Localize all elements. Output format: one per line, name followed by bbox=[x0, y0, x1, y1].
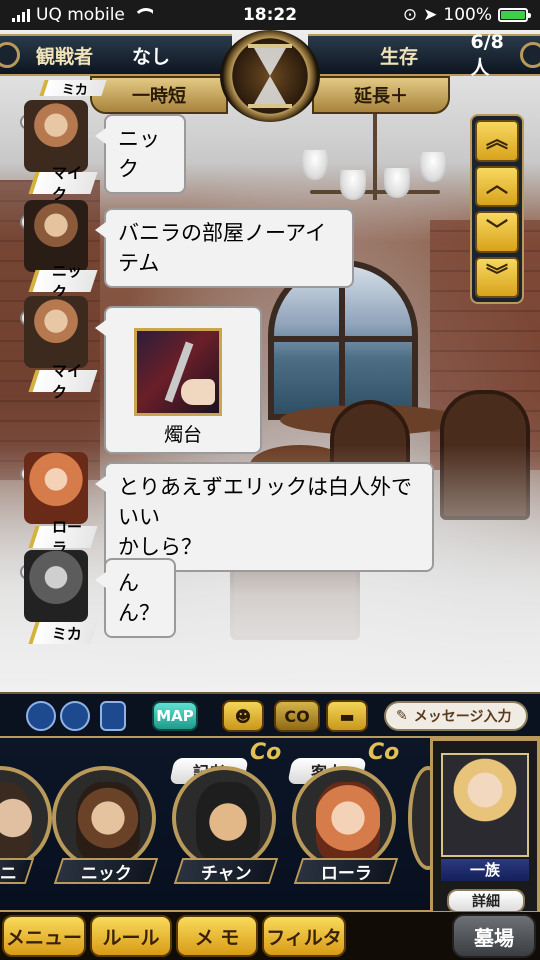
scroll-bottom-button[interactable]: ︾ bbox=[475, 256, 519, 298]
status-bar: UQ mobile 18:22 ⊙ ➤ 100% bbox=[0, 0, 540, 30]
rules-button[interactable]: ルール bbox=[90, 915, 172, 957]
control-row: MAP ☻ CO ▬ ✎ メッセージ入力 bbox=[0, 692, 540, 736]
player-name: ニック bbox=[53, 858, 159, 884]
co-button[interactable]: CO bbox=[274, 700, 320, 732]
speaker-tag: マイク bbox=[28, 362, 98, 401]
scroll-down-button[interactable]: ﹀ bbox=[475, 211, 519, 253]
player-name: チャン bbox=[173, 858, 279, 884]
co-badge: Co bbox=[368, 740, 400, 765]
status-time: 18:22 bbox=[242, 5, 298, 25]
battery-icon bbox=[498, 8, 531, 22]
pen-icon[interactable] bbox=[60, 701, 90, 731]
spectator-value: なし bbox=[132, 45, 171, 68]
speech-icon: ▬ bbox=[339, 706, 355, 726]
alive-label: 生存 bbox=[380, 45, 419, 68]
avatar[interactable] bbox=[24, 452, 88, 524]
chat-bubble: んん？ bbox=[95, 558, 176, 638]
speaker-tag: ミカ bbox=[28, 622, 98, 644]
map-button[interactable]: MAP bbox=[152, 701, 198, 731]
scroll-up-button[interactable]: ︿ bbox=[475, 165, 519, 207]
game-screen: UQ mobile 18:22 ⊙ ➤ 100% 観戦者 なし 生存 6/8人 … bbox=[0, 0, 540, 960]
chat-scroll-controls: ︽ ︿ ﹀ ︾ bbox=[470, 114, 524, 304]
extend-time-button[interactable]: 延長＋ bbox=[312, 76, 450, 114]
memo-button[interactable]: メ モ bbox=[176, 915, 258, 957]
smile-icon: ☻ bbox=[234, 706, 252, 726]
message-input[interactable]: ✎ メッセージ入力 bbox=[384, 701, 528, 731]
candlestick-icon bbox=[134, 328, 222, 416]
chat-bubble-button[interactable]: ▬ bbox=[326, 700, 368, 732]
item-name: 燭台 bbox=[163, 424, 202, 446]
hourglass-icon bbox=[220, 30, 320, 122]
speaker-tag: マイク bbox=[28, 164, 98, 203]
shorten-time-button[interactable]: 一時短 bbox=[90, 76, 228, 114]
co-badge: Co bbox=[250, 740, 282, 765]
scroll-top-button[interactable]: ︽ bbox=[475, 120, 519, 162]
detail-button[interactable]: 詳細 bbox=[447, 889, 525, 913]
card-icon[interactable] bbox=[100, 701, 126, 731]
bottom-menu: メニュー ルール メ モ フィルタ 墓場 bbox=[0, 912, 540, 960]
pencil-icon: ✎ bbox=[396, 708, 408, 724]
speaker-tag: ニック bbox=[28, 262, 98, 301]
speaker-tag: ローラ bbox=[28, 518, 98, 557]
person-icon[interactable] bbox=[26, 701, 56, 731]
player-portrait[interactable] bbox=[52, 766, 156, 870]
avatar[interactable] bbox=[24, 296, 88, 368]
graveyard-button[interactable]: 墓場 bbox=[452, 914, 536, 958]
spectator-panel: 観戦者 なし bbox=[0, 34, 232, 76]
player-name: ローラ bbox=[293, 858, 399, 884]
menu-button[interactable]: メニュー bbox=[2, 915, 86, 957]
player-name: ニ bbox=[0, 858, 35, 884]
chat-bubble: ニック bbox=[95, 114, 186, 194]
player-portrait[interactable] bbox=[172, 766, 276, 870]
message-input-placeholder: メッセージ入力 bbox=[413, 709, 512, 725]
player-portrait[interactable] bbox=[292, 766, 396, 870]
emote-button[interactable]: ☻ bbox=[222, 700, 264, 732]
ornament-right bbox=[520, 42, 540, 68]
self-portrait bbox=[441, 753, 529, 857]
player-strip: ニ ニック 記者 Co チャン 客人 Co ローラ 一族 詳細 bbox=[0, 736, 540, 914]
self-role: 一族 bbox=[441, 859, 529, 881]
chat-bubble: とりあえずエリックは白人外でいい かしら？ bbox=[95, 462, 434, 572]
item-bubble: 燭台 bbox=[95, 306, 262, 454]
player-portrait[interactable] bbox=[0, 766, 52, 870]
avatar[interactable] bbox=[24, 550, 88, 622]
filter-button[interactable]: フィルタ bbox=[262, 915, 346, 957]
alive-panel: 生存 6/8人 bbox=[308, 31, 540, 79]
chat-bubble: バニラの部屋ノーアイテム bbox=[95, 208, 354, 288]
speaker-tag: ミカ bbox=[39, 80, 107, 98]
self-card: 一族 詳細 bbox=[430, 738, 540, 914]
